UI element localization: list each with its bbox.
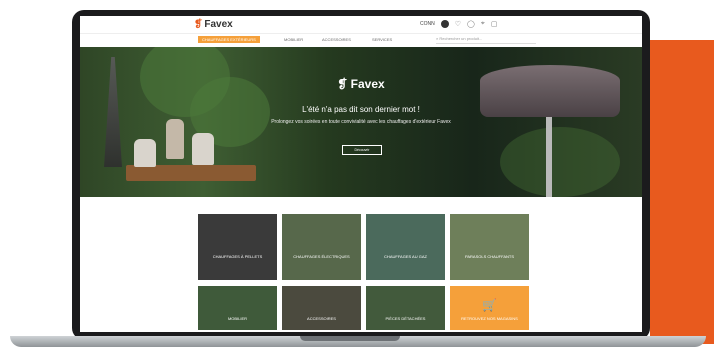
category-label: CHAUFFAGES AU GAZ (384, 254, 427, 259)
category-tile[interactable]: PIÈCES DÉTACHÉES (366, 286, 445, 330)
browser-screen: ❡ Favex CONN ♡ ◯ ⌖ ▢ CHAUFFAGES EXTÉRIEUR… (80, 16, 642, 332)
account-link[interactable]: CONN (420, 21, 435, 27)
category-label: CHAUFFAGES ÉLECTRIQUES (293, 254, 350, 259)
menu-item-services[interactable]: SERVICES (372, 37, 392, 42)
menu-item-mobilier[interactable]: MOBILIER (284, 37, 303, 42)
cart-icon: 🛒 (482, 298, 497, 312)
site-header: ❡ Favex CONN ♡ ◯ ⌖ ▢ (80, 16, 642, 34)
menu-item-accessoires[interactable]: ACCESSOIRES (322, 37, 351, 42)
category-label: ACCESSOIRES (307, 316, 336, 321)
hero-cta-button[interactable]: Découvrir (342, 145, 382, 155)
category-label: PARASOLS CHAUFFANTS (464, 254, 515, 259)
heart-icon[interactable]: ♡ (455, 20, 461, 28)
person-image (192, 133, 214, 165)
hero-logo: ❡ Favex (80, 77, 642, 91)
user-icon[interactable]: ◯ (467, 20, 475, 28)
hero-title: L'été n'a pas dit son dernier mot ! (302, 105, 420, 114)
cart-icon[interactable] (440, 20, 449, 28)
category-label: RETROUVEZ NOS MAGASINS (461, 316, 518, 321)
header-actions: CONN ♡ ◯ ⌖ ▢ (420, 20, 497, 28)
category-tile[interactable]: MOBILIER (198, 286, 277, 330)
category-tile[interactable]: ACCESSOIRES (282, 286, 361, 330)
store-locator-tile[interactable]: 🛒 RETROUVEZ NOS MAGASINS (450, 286, 529, 330)
category-tile[interactable]: PARASOLS CHAUFFANTS (450, 214, 529, 280)
bag-icon[interactable]: ▢ (491, 20, 498, 28)
site-logo[interactable]: ❡ Favex (194, 19, 233, 30)
category-tile[interactable]: CHAUFFAGES ÉLECTRIQUES (282, 214, 361, 280)
category-tile[interactable]: CHAUFFAGES AU GAZ (366, 214, 445, 280)
person-image (166, 119, 184, 159)
logo-text: Favex (204, 19, 233, 30)
dining-table-image (126, 165, 256, 181)
hero-logo-text: Favex (350, 77, 385, 91)
menu-item-chauffages[interactable]: CHAUFFAGES EXTÉRIEURS (198, 36, 260, 43)
favex-logo-icon: ❡ (337, 77, 351, 91)
heater-pole-image (546, 117, 552, 197)
category-label: MOBILIER (227, 316, 248, 321)
hero-subtitle: Prolongez vos soirées en toute convivial… (271, 119, 451, 125)
category-tile[interactable]: CHAUFFAGES À PELLETS (198, 214, 277, 280)
search-input[interactable]: ⌕ Rechercher un produit... (436, 36, 536, 44)
category-label: CHAUFFAGES À PELLETS (212, 254, 263, 259)
person-image (134, 139, 156, 167)
main-navigation: CHAUFFAGES EXTÉRIEURS MOBILIER ACCESSOIR… (80, 34, 642, 46)
location-icon[interactable]: ⌖ (481, 20, 485, 28)
search-placeholder: Rechercher un produit... (439, 36, 483, 41)
orange-background-panel (650, 40, 714, 344)
laptop-notch (300, 336, 400, 341)
hero-foliage (500, 127, 620, 197)
hero-banner: ❡ Favex L'été n'a pas dit son dernier mo… (80, 47, 642, 197)
category-label: PIÈCES DÉTACHÉES (385, 316, 426, 321)
favex-logo-icon: ❡ (194, 19, 203, 30)
